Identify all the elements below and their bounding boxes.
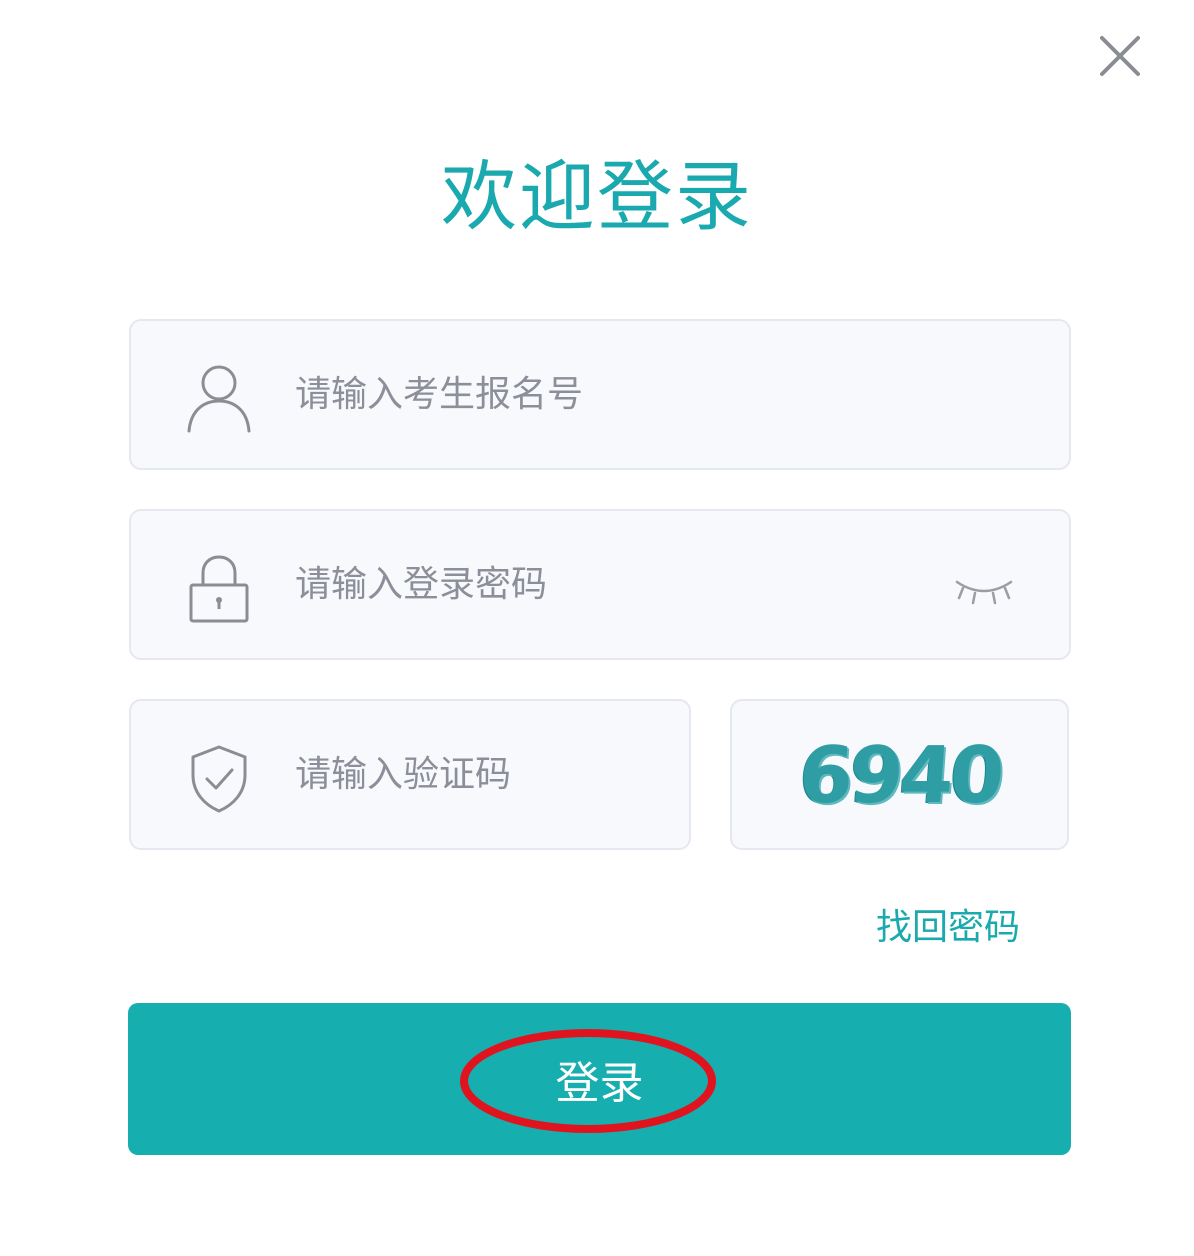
captcha-image[interactable]: 6940 [730,699,1069,850]
password-field[interactable] [129,509,1071,660]
login-button[interactable]: 登录 [128,1003,1071,1155]
password-input[interactable] [295,511,915,658]
user-icon [187,365,251,433]
forgot-password-link[interactable]: 找回密码 [840,904,1020,952]
close-icon[interactable] [1092,28,1148,84]
username-input[interactable] [295,321,1035,468]
username-field[interactable] [129,319,1071,470]
captcha-code: 6940 [795,731,1004,821]
captcha-input[interactable] [295,701,675,848]
shield-check-icon [191,745,247,813]
eye-closed-icon[interactable] [951,566,1017,610]
captcha-field[interactable] [129,699,691,850]
lock-icon [189,555,249,623]
page-title: 欢迎登录 [441,152,753,241]
